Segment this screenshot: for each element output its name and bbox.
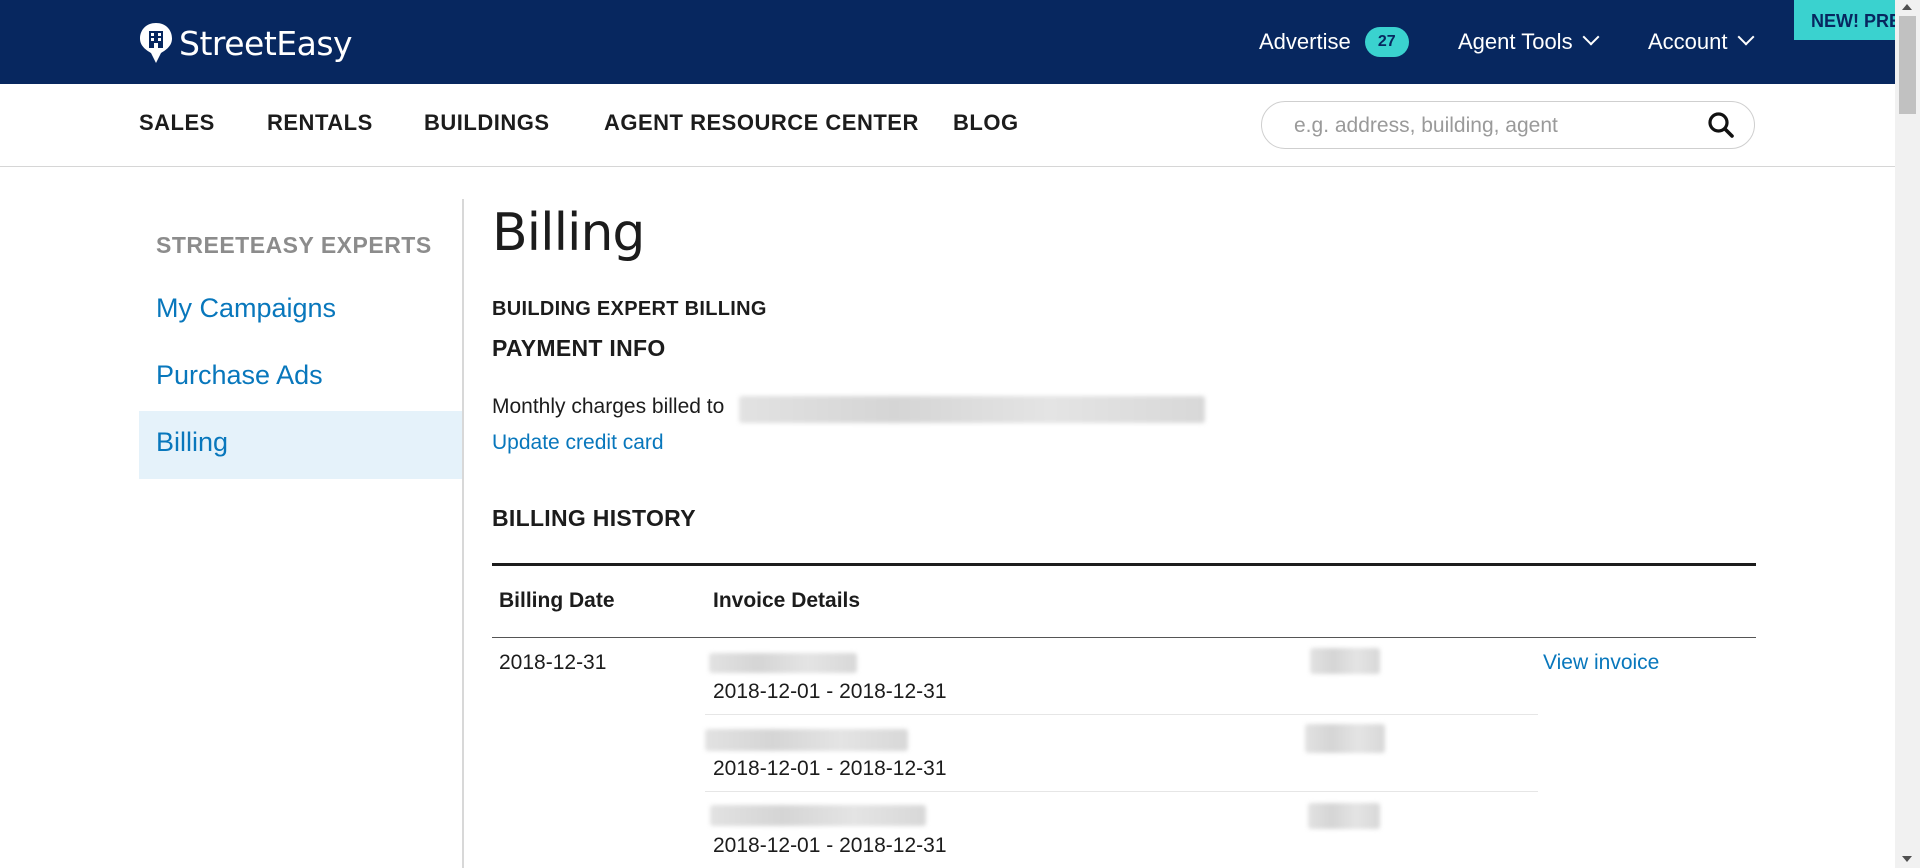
page-title: Billing: [492, 203, 645, 263]
search-icon[interactable]: [1707, 111, 1735, 139]
chevron-down-icon: [1582, 28, 1600, 46]
chevron-down-icon: [1737, 28, 1754, 46]
streeteasy-logo[interactable]: StreetEasy: [139, 21, 353, 65]
sidebar-divider: [462, 199, 464, 868]
invoice-period: 2018-12-01 - 2018-12-31: [713, 680, 947, 703]
search-input[interactable]: [1292, 112, 1696, 140]
update-credit-card-link[interactable]: Update credit card: [492, 431, 664, 455]
page-scrollbar[interactable]: [1895, 0, 1920, 868]
advertise-count-badge: 27: [1364, 27, 1409, 57]
redacted-billing-recipient: [739, 396, 1205, 423]
table-header-rule: [492, 637, 1756, 638]
redacted-item-name: [710, 805, 926, 826]
section-label: BUILDING EXPERT BILLING: [492, 298, 767, 320]
scrollbar-thumb[interactable]: [1899, 16, 1916, 114]
sidebar-item-billing-label: Billing: [156, 427, 229, 457]
secondary-navigation: SALES RENTALS BUILDINGS AGENT RESOURCE C…: [0, 84, 1895, 167]
sidebar-item-my-campaigns[interactable]: My Campaigns: [156, 293, 336, 324]
invoice-period: 2018-12-01 - 2018-12-31: [713, 834, 947, 857]
billing-history-heading: BILLING HISTORY: [492, 505, 696, 531]
redacted-item-amount: [1305, 724, 1385, 753]
monthly-charges-text: Monthly charges billed to: [492, 395, 725, 418]
table-top-rule: [492, 563, 1756, 566]
building-pin-icon: [139, 22, 173, 64]
redacted-item-name: [709, 653, 857, 673]
agent-tools-label: Agent Tools: [1458, 29, 1573, 54]
search-box: [1261, 101, 1755, 149]
nav-rentals[interactable]: RENTALS: [267, 110, 373, 136]
advertise-menu[interactable]: Advertise 27: [1259, 26, 1409, 58]
redacted-item-amount: [1308, 803, 1380, 829]
billing-date-cell: 2018-12-31: [499, 651, 607, 674]
redacted-item-amount: [1310, 648, 1380, 674]
nav-blog[interactable]: BLOG: [953, 110, 1019, 136]
redacted-item-name: [705, 729, 908, 751]
line-item-divider: [705, 714, 1538, 715]
brand-name: StreetEasy: [179, 23, 353, 63]
scroll-down-arrow-icon[interactable]: [1902, 856, 1912, 862]
agent-tools-menu[interactable]: Agent Tools: [1458, 26, 1600, 58]
header-billing-date: Billing Date: [499, 589, 615, 612]
invoice-period: 2018-12-01 - 2018-12-31: [713, 757, 947, 780]
header-invoice-details: Invoice Details: [713, 589, 861, 612]
account-menu[interactable]: Account: [1648, 26, 1754, 58]
nav-sales[interactable]: SALES: [139, 110, 215, 136]
sidebar-item-purchase-ads[interactable]: Purchase Ads: [156, 360, 323, 391]
line-item-divider: [705, 791, 1538, 792]
nav-agent-resource-center[interactable]: AGENT RESOURCE CENTER: [604, 110, 919, 136]
new-promo-tab[interactable]: NEW! PRE: [1794, 0, 1895, 40]
advertise-label: Advertise: [1259, 29, 1351, 54]
payment-info-heading: PAYMENT INFO: [492, 335, 666, 361]
view-invoice-link[interactable]: View invoice: [1543, 651, 1659, 675]
nav-buildings[interactable]: BUILDINGS: [424, 110, 550, 136]
account-label: Account: [1648, 29, 1728, 54]
sidebar-heading: STREETEASY EXPERTS: [156, 232, 432, 258]
top-navigation-bar: StreetEasy Advertise 27 Agent Tools Acco…: [0, 0, 1895, 84]
scroll-up-arrow-icon[interactable]: [1902, 4, 1912, 10]
